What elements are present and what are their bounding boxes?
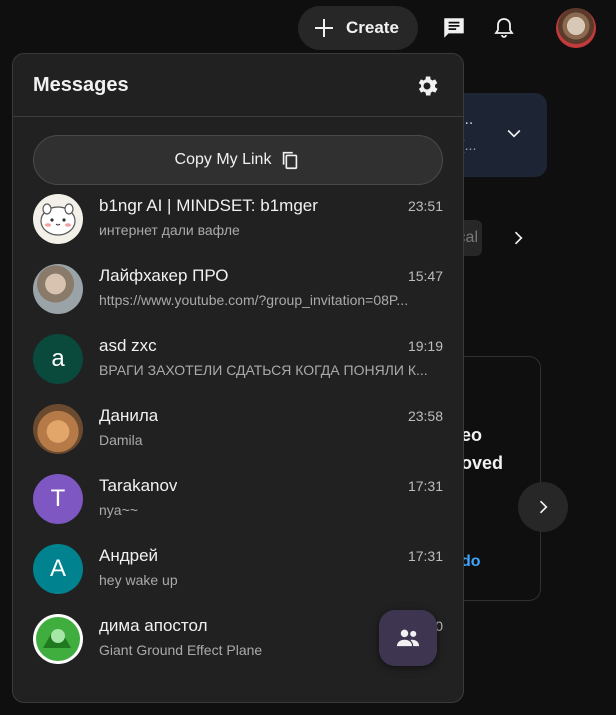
copy-my-link-label: Copy My Link (174, 151, 272, 168)
contacts-button[interactable] (379, 610, 437, 666)
chat-avatar (33, 404, 83, 454)
avatar-letter: A (49, 555, 66, 582)
chat-name: дима апостол (99, 616, 208, 635)
copy-my-link-button[interactable]: Copy My Link (33, 135, 443, 185)
chat-item[interactable]: Данила Damila 23:58 (13, 394, 463, 464)
promo-line2: oved (461, 453, 504, 473)
chat-name: Данила (99, 406, 159, 425)
chat-time: 15:47 (407, 268, 443, 284)
chat-name: b1ngr AI | MINDSET: b1mger (99, 196, 318, 215)
create-label: Create (346, 18, 399, 37)
chat-avatar: T (33, 474, 83, 524)
chat-name: Tarakanov (99, 476, 178, 495)
next-button[interactable] (518, 482, 568, 532)
chat-name: Лайфхакер ПРО (99, 266, 229, 285)
messages-icon[interactable] (440, 14, 468, 42)
messages-title: Messages (33, 74, 129, 96)
chat-avatar (33, 194, 83, 244)
chat-item[interactable]: A Андрей hey wake up 17:31 (13, 534, 463, 604)
chevron-down-icon (507, 129, 521, 138)
chat-time: 17:31 (407, 478, 443, 494)
chat-avatar: A (33, 544, 83, 594)
chat-time: 19:19 (407, 338, 443, 354)
chat-item[interactable]: b1ngr AI | MINDSET: b1mger интернет дали… (13, 184, 463, 254)
chat-time: 23:51 (407, 198, 443, 214)
chat-preview: hey wake up (99, 572, 178, 588)
people-icon (396, 629, 420, 647)
chat-preview: https://www.youtube.com/?group_invitatio… (99, 292, 409, 308)
avatar-letter: T (50, 485, 66, 512)
chat-name: asd zxc (99, 336, 157, 355)
chevron-right-icon[interactable] (508, 228, 528, 248)
messages-panel: Messages Copy My Link b1ngr AI | MINDSET… (12, 53, 464, 703)
chat-avatar (33, 614, 83, 664)
chat-preview: Damila (99, 432, 143, 448)
chat-preview: ВРАГИ ЗАХОТЕЛИ СДАТЬСЯ КОГДА ПОНЯЛИ К... (99, 362, 428, 378)
chat-avatar (33, 264, 83, 314)
promo-line1: eo (461, 425, 483, 445)
chat-item[interactable]: T Tarakanov nya~~ 17:31 (13, 464, 463, 534)
settings-gear-icon[interactable] (411, 70, 443, 102)
copy-icon (283, 151, 298, 170)
chat-preview: интернет дали вафле (99, 222, 240, 238)
bell-icon[interactable] (490, 14, 518, 42)
messages-header: Messages (13, 54, 463, 117)
avatar-letter: a (51, 345, 65, 372)
chat-name: Андрей (99, 546, 159, 565)
chat-time: 23:58 (407, 408, 443, 424)
chat-item[interactable]: a asd zxc ВРАГИ ЗАХОТЕЛИ СДАТЬСЯ КОГДА П… (13, 324, 463, 394)
chat-preview: nya~~ (99, 502, 138, 518)
chat-time: 17:31 (407, 548, 443, 564)
plus-icon (315, 19, 333, 37)
chat-item[interactable]: Лайфхакер ПРО https://www.youtube.com/?g… (13, 254, 463, 324)
avatar[interactable] (556, 8, 596, 48)
chat-avatar: a (33, 334, 83, 384)
create-button[interactable]: Create (298, 6, 418, 50)
chevron-right-icon (539, 500, 548, 514)
